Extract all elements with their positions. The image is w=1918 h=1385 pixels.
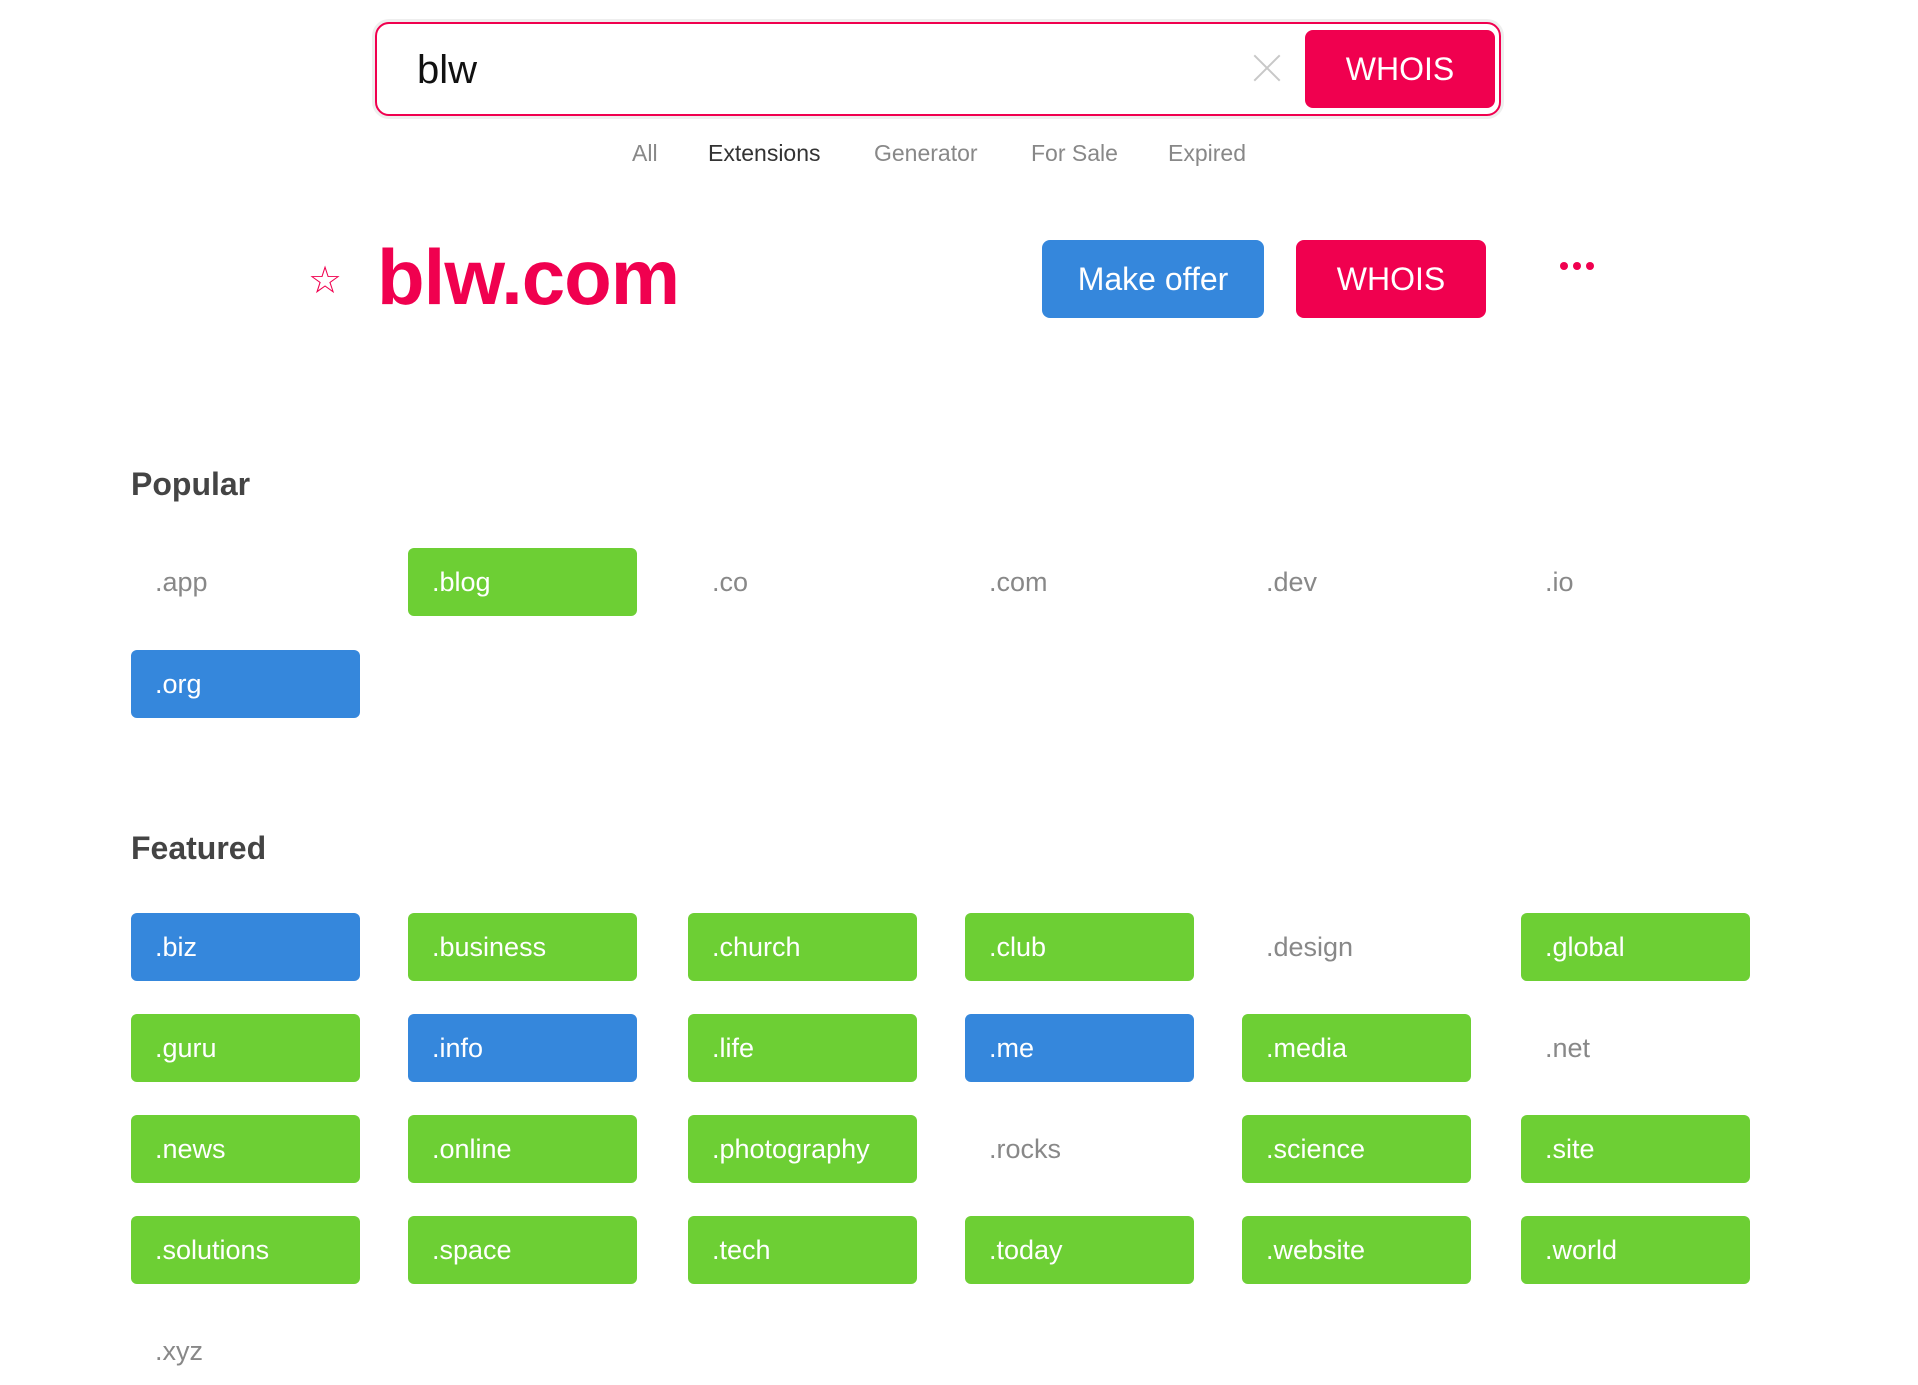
extension-item[interactable]: .space <box>408 1216 637 1284</box>
extension-item[interactable]: .co <box>688 548 917 616</box>
extension-item[interactable]: .solutions <box>131 1216 360 1284</box>
extension-item[interactable]: .news <box>131 1115 360 1183</box>
more-horizontal-icon[interactable] <box>1560 262 1594 270</box>
extension-item[interactable]: .blog <box>408 548 637 616</box>
extension-item[interactable]: .church <box>688 913 917 981</box>
extension-item[interactable]: .net <box>1521 1014 1750 1082</box>
extension-item[interactable]: .xyz <box>131 1317 360 1385</box>
extension-item[interactable]: .guru <box>131 1014 360 1082</box>
extension-item[interactable]: .app <box>131 548 360 616</box>
whois-button[interactable]: WHOIS <box>1296 240 1486 318</box>
tab-generator[interactable]: Generator <box>874 140 978 167</box>
close-icon[interactable] <box>1249 50 1285 86</box>
extension-item[interactable]: .club <box>965 913 1194 981</box>
extension-item[interactable]: .rocks <box>965 1115 1194 1183</box>
extension-item[interactable]: .info <box>408 1014 637 1082</box>
extension-item[interactable]: .website <box>1242 1216 1471 1284</box>
extension-item[interactable]: .online <box>408 1115 637 1183</box>
star-icon[interactable]: ☆ <box>308 258 342 303</box>
extension-item[interactable]: .business <box>408 913 637 981</box>
tab-expired[interactable]: Expired <box>1168 140 1246 167</box>
tab-all[interactable]: All <box>632 140 658 167</box>
tab-for-sale[interactable]: For Sale <box>1031 140 1118 167</box>
extension-item[interactable]: .design <box>1242 913 1471 981</box>
extension-item[interactable]: .me <box>965 1014 1194 1082</box>
extension-item[interactable]: .today <box>965 1216 1194 1284</box>
extension-item[interactable]: .site <box>1521 1115 1750 1183</box>
extension-item[interactable]: .world <box>1521 1216 1750 1284</box>
make-offer-button[interactable]: Make offer <box>1042 240 1264 318</box>
search-whois-button[interactable]: WHOIS <box>1305 30 1495 108</box>
tab-extensions[interactable]: Extensions <box>708 140 821 167</box>
extension-item[interactable]: .photography <box>688 1115 917 1183</box>
extension-item[interactable]: .biz <box>131 913 360 981</box>
featured-heading: Featured <box>131 830 267 866</box>
domain-title: blw.com <box>377 233 680 321</box>
extension-item[interactable]: .science <box>1242 1115 1471 1183</box>
extension-item[interactable]: .media <box>1242 1014 1471 1082</box>
extension-item[interactable]: .com <box>965 548 1194 616</box>
search-input[interactable] <box>415 40 1199 100</box>
extension-item[interactable]: .org <box>131 650 360 718</box>
search-bar: WHOIS <box>375 22 1501 116</box>
extension-item[interactable]: .io <box>1521 548 1750 616</box>
extension-item[interactable]: .tech <box>688 1216 917 1284</box>
extension-item[interactable]: .life <box>688 1014 917 1082</box>
extension-item[interactable]: .global <box>1521 913 1750 981</box>
popular-heading: Popular <box>131 466 251 502</box>
extension-item[interactable]: .dev <box>1242 548 1471 616</box>
